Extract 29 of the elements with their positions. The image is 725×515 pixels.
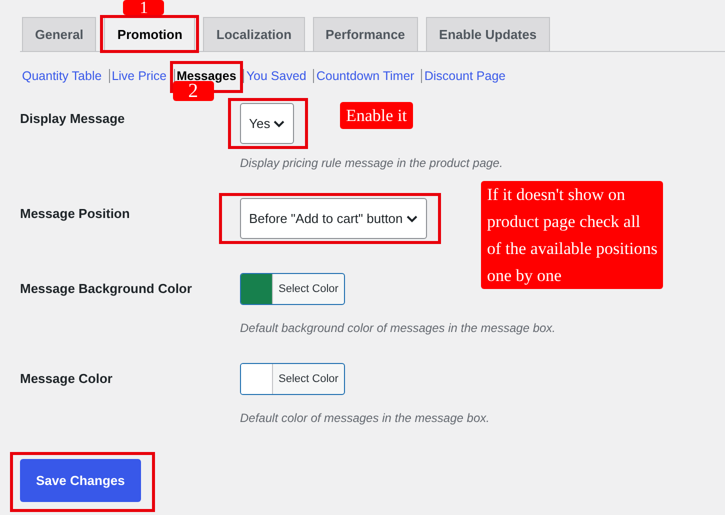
subsection-link[interactable]: Messages	[176, 69, 236, 83]
chevron-down-icon	[406, 214, 418, 222]
color-picker-button[interactable]: Select Color	[240, 273, 345, 305]
save-button[interactable]: Save Changes	[20, 459, 141, 502]
subsection-link[interactable]: Countdown Timer	[316, 69, 414, 83]
settings-tab[interactable]: Localization	[203, 17, 305, 52]
setting-label: Message Position	[20, 205, 131, 223]
field-description: Default background color of messages in the message box.	[240, 321, 557, 335]
step-callout: 2	[172, 81, 214, 101]
subsection-link[interactable]: You Saved	[246, 69, 306, 83]
settings-tab[interactable]: Performance	[312, 17, 418, 52]
dropdown[interactable]: Before "Add to cart" button	[240, 198, 427, 239]
field-description: Default color of messages in the message box.	[240, 411, 490, 425]
chevron-down-icon	[273, 120, 286, 128]
subsection-link[interactable]: Discount Page	[424, 69, 506, 83]
tip-callout: Enable it	[340, 102, 413, 129]
setting-label: Display Message	[20, 110, 126, 128]
setting-label: Message Background Color	[20, 280, 193, 298]
dropdown[interactable]: Yes	[240, 103, 294, 144]
settings-tab[interactable]: General	[22, 17, 96, 52]
field-description: Display pricing rule message in the product page.	[240, 156, 504, 170]
subsection-link[interactable]: Live Price	[112, 69, 167, 83]
step-callout: 1	[123, 0, 164, 15]
color-picker-button[interactable]: Select Color	[240, 363, 345, 395]
settings-tab[interactable]: Promotion	[104, 17, 196, 52]
setting-label: Message Color	[20, 370, 114, 388]
subsection-link[interactable]: Quantity Table	[22, 69, 102, 83]
settings-tab[interactable]: Enable Updates	[426, 17, 550, 52]
tip-callout: If it doesn't show on product page check all of the available positions one by one	[481, 181, 664, 289]
